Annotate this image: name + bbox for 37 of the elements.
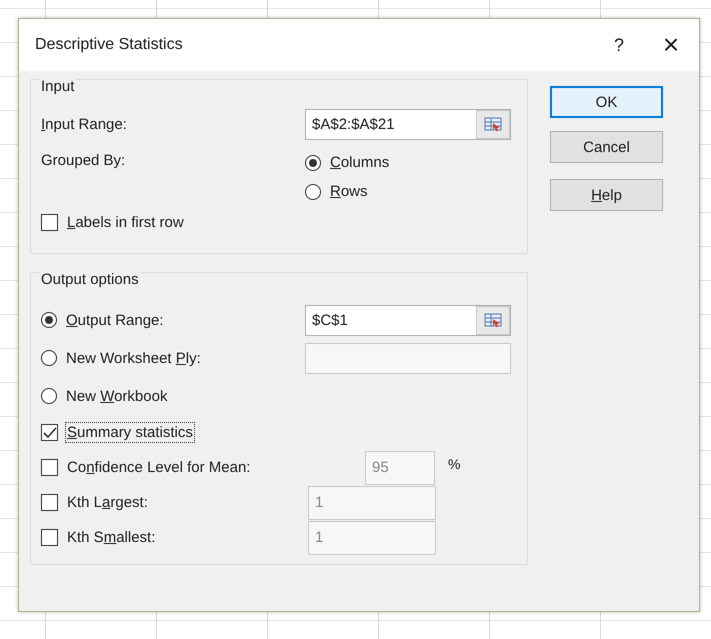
percent-label: % (448, 456, 460, 472)
checkbox-label[interactable]: Labels in first row (65, 212, 186, 233)
help-button[interactable]: ? (597, 27, 641, 63)
radio-label[interactable]: Rows (328, 181, 370, 202)
checkbox[interactable] (41, 424, 58, 441)
table-arrow-icon (484, 312, 502, 328)
dialog-button[interactable]: Cancel (550, 131, 663, 163)
window-title: Descriptive Statistics (35, 36, 184, 54)
radio-button[interactable] (305, 154, 321, 170)
checkbox[interactable] (41, 459, 58, 476)
radio-button[interactable] (41, 350, 57, 366)
input-range-field[interactable]: $A$2:$A$21 (305, 108, 511, 140)
table-arrow-icon (484, 116, 502, 132)
checkbox-label[interactable]: Confidence Level for Mean: (65, 457, 252, 478)
checkbox[interactable] (41, 494, 58, 511)
checkbox[interactable] (41, 214, 58, 231)
group-title: Input (39, 78, 76, 95)
dialog-button[interactable]: OK (550, 86, 663, 118)
range-picker-button[interactable] (476, 306, 510, 334)
input-range-label: Input Range: (41, 116, 127, 132)
dialog-button[interactable]: Help (550, 179, 663, 211)
checkbox-label[interactable]: Summary statistics (65, 422, 195, 443)
radio-button[interactable] (41, 388, 57, 404)
checkbox-label[interactable]: Kth Smallest: (65, 527, 158, 548)
radio-label[interactable]: Columns (328, 152, 392, 173)
output-range-field[interactable]: $C$1 (305, 304, 511, 336)
checkbox[interactable] (41, 529, 58, 546)
radio-label[interactable]: New Workbook (64, 386, 170, 406)
radio-button[interactable] (41, 312, 57, 328)
close-button[interactable]: × (649, 27, 693, 63)
range-picker-button[interactable] (476, 110, 510, 138)
radio-label[interactable]: New Worksheet Ply: (64, 348, 203, 368)
radio-label[interactable]: Output Range: (64, 310, 166, 330)
grouped-by-label: Grouped By: (41, 152, 126, 169)
checkbox-label[interactable]: Kth Largest: (65, 492, 150, 513)
radio-button[interactable] (305, 184, 321, 200)
group-title: Output options (39, 271, 141, 288)
